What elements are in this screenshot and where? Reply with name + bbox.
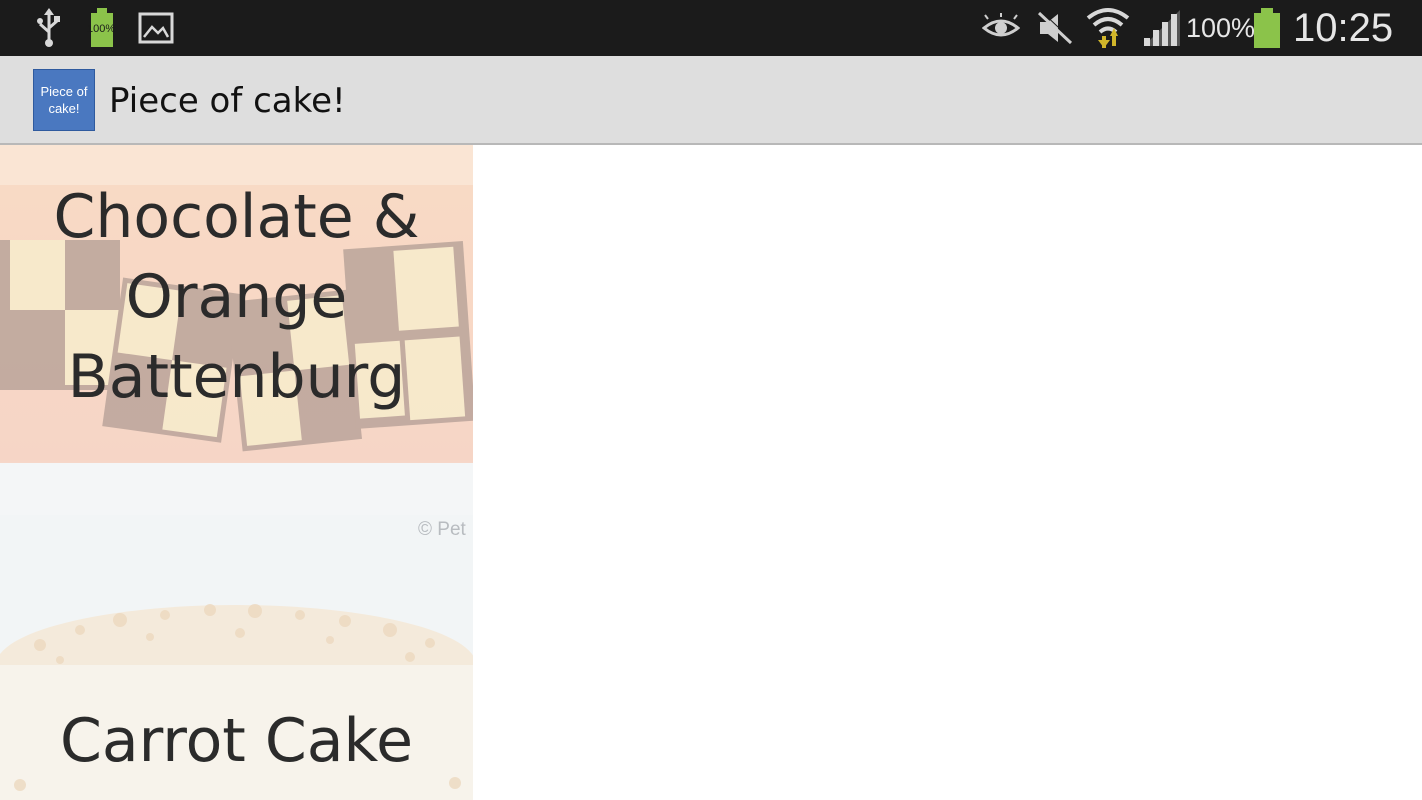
battery-icon	[1252, 0, 1282, 56]
watermark-text: © Pet	[418, 519, 466, 540]
app-icon[interactable]: Piece of cake!	[33, 69, 95, 131]
battery-small-label: 100%	[87, 23, 116, 35]
recipe-title: Chocolate & Orange Battenburg	[53, 182, 420, 412]
mute-icon	[1036, 0, 1074, 56]
app-icon-text: Piece of cake!	[40, 84, 88, 116]
recipe-tile-chocolate-orange-battenburg[interactable]: Chocolate & Orange Battenburg	[0, 145, 473, 515]
usb-icon	[34, 0, 64, 56]
clock-time: 10:25	[1293, 6, 1394, 50]
action-bar: Piece of cake! Piece of cake!	[0, 56, 1422, 145]
battery-percent: 100%	[1186, 13, 1256, 43]
gallery-icon	[138, 0, 174, 56]
recipe-title: Carrot Cake	[59, 706, 414, 776]
wifi-icon	[1086, 0, 1130, 56]
signal-icon	[1142, 0, 1182, 56]
app-title: Piece of cake!	[109, 81, 346, 121]
recipe-tile-carrot-cake[interactable]: © Pet Carrot Cake	[0, 515, 473, 800]
detail-pane	[473, 145, 1422, 800]
recipe-list[interactable]: Chocolate & Orange Battenburg © Pet Carr…	[0, 145, 473, 800]
status-bar: 100% 100% 10:25	[0, 0, 1422, 56]
eye-icon	[982, 0, 1020, 56]
